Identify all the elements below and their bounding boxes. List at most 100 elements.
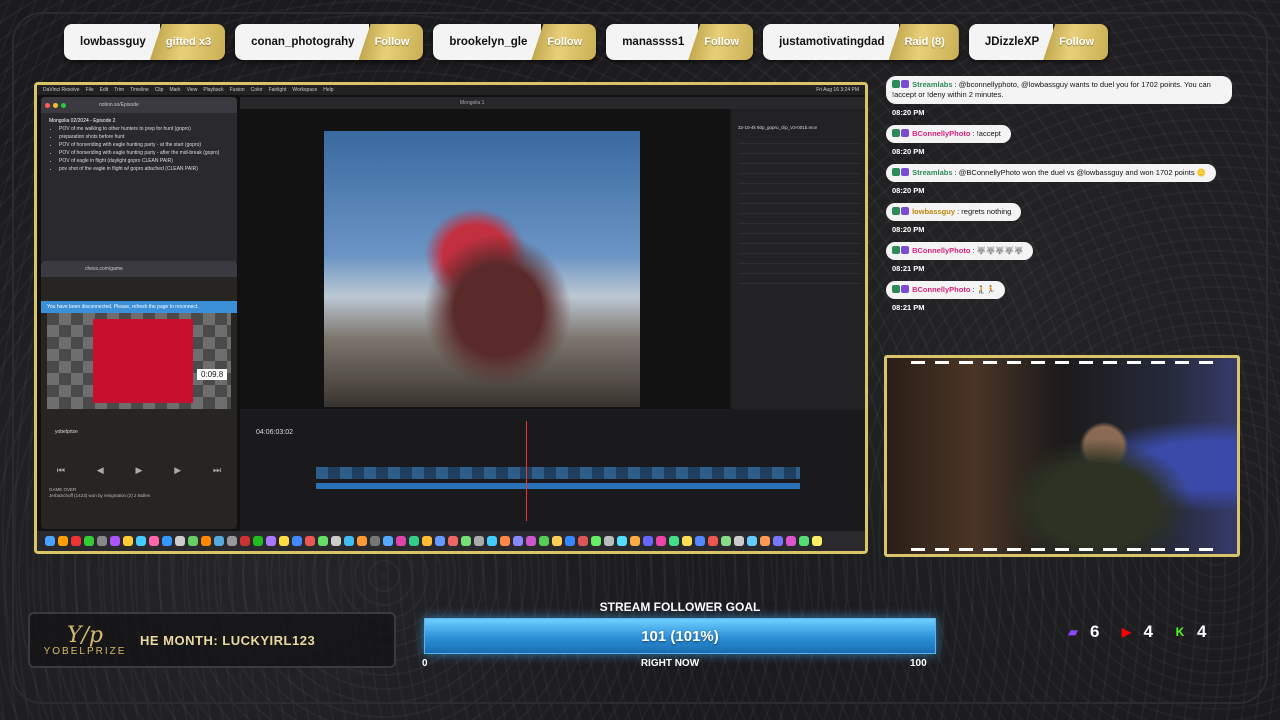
first-move-icon[interactable]: ⏮ — [57, 465, 65, 476]
dock-app-icon[interactable] — [773, 536, 783, 546]
dock-app-icon[interactable] — [721, 536, 731, 546]
dock-app-icon[interactable] — [435, 536, 445, 546]
close-icon[interactable] — [45, 102, 50, 108]
dock-app-icon[interactable] — [71, 536, 81, 546]
dock-app-icon[interactable] — [448, 536, 458, 546]
dock-app-icon[interactable] — [58, 536, 68, 546]
timeline[interactable]: 04:06:03:02 — [240, 411, 865, 531]
dock-app-icon[interactable] — [357, 536, 367, 546]
dock-app-icon[interactable] — [292, 536, 302, 546]
menubar-item[interactable]: File — [86, 87, 94, 93]
dock-app-icon[interactable] — [279, 536, 289, 546]
dock-app-icon[interactable] — [591, 536, 601, 546]
menubar-item[interactable]: DaVinci Resolve — [43, 87, 80, 93]
dock-app-icon[interactable] — [305, 536, 315, 546]
dock-app-icon[interactable] — [344, 536, 354, 546]
dock-app-icon[interactable] — [539, 536, 549, 546]
inspector-panel[interactable]: 32-10-4k 60p_gopro_clip_V3-001b.mov — [732, 109, 865, 409]
dock-app-icon[interactable] — [682, 536, 692, 546]
menubar-item[interactable]: Trim — [114, 87, 124, 93]
dock-app-icon[interactable] — [812, 536, 822, 546]
dock-app-icon[interactable] — [500, 536, 510, 546]
dock-app-icon[interactable] — [84, 536, 94, 546]
dock-app-icon[interactable] — [695, 536, 705, 546]
dock-app-icon[interactable] — [331, 536, 341, 546]
dock-app-icon[interactable] — [266, 536, 276, 546]
dock-app-icon[interactable] — [617, 536, 627, 546]
dock-app-icon[interactable] — [253, 536, 263, 546]
menubar-item[interactable]: View — [187, 87, 198, 93]
menubar-item[interactable]: Help — [323, 87, 333, 93]
resolve-window[interactable]: Mongolia 1 32-10-4k 60p_gopro_clip_V3-00… — [240, 97, 865, 531]
dock-app-icon[interactable] — [149, 536, 159, 546]
dock-app-icon[interactable] — [383, 536, 393, 546]
menubar-item[interactable]: Workspace — [292, 87, 317, 93]
play-icon[interactable]: ▶ — [136, 465, 143, 476]
prev-move-icon[interactable]: ◀ — [97, 465, 104, 476]
browser-url[interactable]: notion.so/Episode — [99, 102, 139, 108]
dock-app-icon[interactable] — [214, 536, 224, 546]
playhead[interactable] — [526, 421, 527, 521]
maximize-icon[interactable] — [61, 102, 66, 108]
dock-app-icon[interactable] — [565, 536, 575, 546]
menubar-item[interactable]: Timeline — [130, 87, 149, 93]
dock-app-icon[interactable] — [227, 536, 237, 546]
dock-app-icon[interactable] — [461, 536, 471, 546]
dock-app-icon[interactable] — [747, 536, 757, 546]
dock-app-icon[interactable] — [201, 536, 211, 546]
menubar-item[interactable]: Fairlight — [269, 87, 287, 93]
menubar-clock: Fri Aug 16 3:24 PM — [816, 87, 859, 93]
menubar-item[interactable]: Color — [251, 87, 263, 93]
minimize-icon[interactable] — [53, 102, 58, 108]
mod-badge-icon — [892, 168, 900, 176]
dock-app-icon[interactable] — [578, 536, 588, 546]
dock-app-icon[interactable] — [45, 536, 55, 546]
chess-browser-window[interactable]: chess.com/game You have been disconnecte… — [41, 261, 237, 529]
dock-app-icon[interactable] — [513, 536, 523, 546]
dock-app-icon[interactable] — [760, 536, 770, 546]
chat-username: lowbassguy — [912, 207, 956, 216]
chat-timestamp: 08:20 PM — [892, 225, 925, 234]
chess-url[interactable]: chess.com/game — [85, 266, 123, 272]
menubar-item[interactable]: Clip — [155, 87, 164, 93]
video-viewer[interactable] — [240, 109, 730, 409]
ad-banner[interactable] — [93, 319, 193, 403]
dock-app-icon[interactable] — [123, 536, 133, 546]
menubar-item[interactable]: Mark — [169, 87, 180, 93]
menubar-item[interactable]: Edit — [100, 87, 109, 93]
menubar-item[interactable]: Fusion — [230, 87, 245, 93]
dock-app-icon[interactable] — [669, 536, 679, 546]
dock-app-icon[interactable] — [110, 536, 120, 546]
dock-app-icon[interactable] — [799, 536, 809, 546]
dock-app-icon[interactable] — [370, 536, 380, 546]
dock-app-icon[interactable] — [422, 536, 432, 546]
dock-app-icon[interactable] — [240, 536, 250, 546]
dock-app-icon[interactable] — [526, 536, 536, 546]
logo-mark-icon: Y∕p — [66, 623, 104, 648]
dock-app-icon[interactable] — [552, 536, 562, 546]
dock-app-icon[interactable] — [604, 536, 614, 546]
dock-app-icon[interactable] — [630, 536, 640, 546]
video-track[interactable] — [316, 467, 800, 479]
dock-app-icon[interactable] — [474, 536, 484, 546]
menubar-item[interactable]: Playback — [203, 87, 223, 93]
dock-app-icon[interactable] — [487, 536, 497, 546]
audio-track[interactable] — [316, 483, 800, 489]
dock-app-icon[interactable] — [656, 536, 666, 546]
dock-app-icon[interactable] — [734, 536, 744, 546]
dock-app-icon[interactable] — [708, 536, 718, 546]
dock-app-icon[interactable] — [188, 536, 198, 546]
dock-app-icon[interactable] — [643, 536, 653, 546]
dock-app-icon[interactable] — [175, 536, 185, 546]
last-move-icon[interactable]: ⏭ — [213, 465, 221, 476]
dock-app-icon[interactable] — [409, 536, 419, 546]
webcam-feed — [884, 355, 1240, 557]
dock-app-icon[interactable] — [318, 536, 328, 546]
dock-app-icon[interactable] — [162, 536, 172, 546]
dock-app-icon[interactable] — [97, 536, 107, 546]
next-move-icon[interactable]: ▶ — [174, 465, 181, 476]
dock-app-icon[interactable] — [136, 536, 146, 546]
dock-app-icon[interactable] — [396, 536, 406, 546]
notion-browser-window[interactable]: notion.so/Episode Mongolia 02/2024 - Epi… — [41, 97, 237, 265]
dock-app-icon[interactable] — [786, 536, 796, 546]
